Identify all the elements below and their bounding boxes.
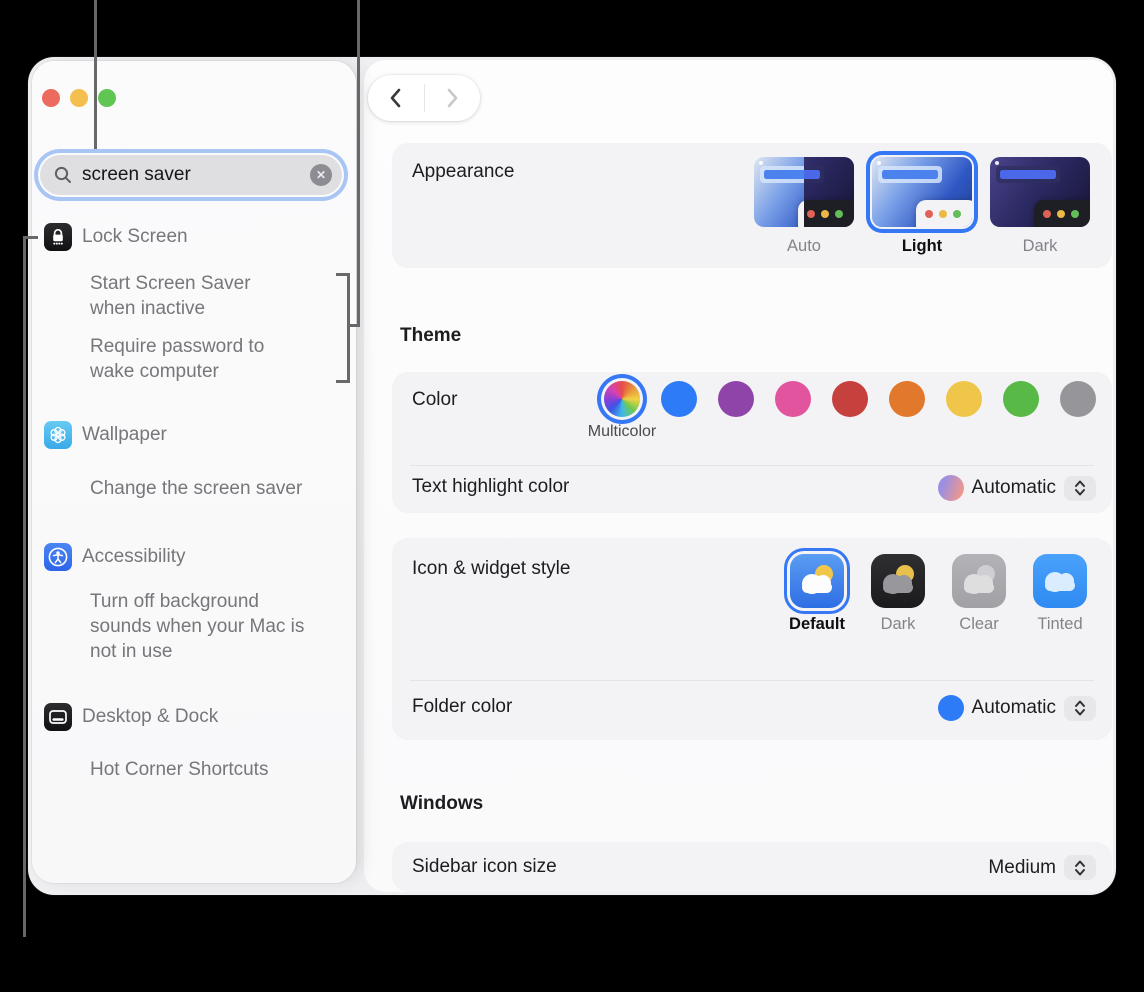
icon-style-card: Icon & widget style Default Dark [392,538,1112,740]
sidebar-item-label: Desktop & Dock [82,706,218,728]
tinted-style-label: Tinted [1037,615,1082,634]
zoom-button[interactable] [98,89,116,107]
sidebar-item-accessibility[interactable]: Accessibility [44,543,185,571]
sidebar-item-desktop-dock[interactable]: Desktop & Dock [44,703,218,731]
text-highlight-value: Automatic [972,477,1056,499]
sidebar-item-label: Lock Screen [82,226,188,248]
icon-style-tinted[interactable]: Tinted [1030,554,1090,634]
color-row-label: Color [412,389,457,411]
text-highlight-row-label: Text highlight color [412,476,569,498]
accessibility-app-icon [44,543,72,571]
navigation-pill [368,75,480,121]
system-settings-window: screen saver ✕ Lock Screen Start Screen … [28,57,1116,895]
search-result-turn-off-background-sounds[interactable]: Turn off background sounds when your Mac… [90,589,318,664]
dark-style-icon [871,554,925,608]
light-label: Light [902,237,942,256]
sidebar-icon-size-value: Medium [988,857,1056,879]
multicolor-swatch-selected[interactable] [604,381,640,417]
default-style-label: Default [789,615,845,634]
search-result-start-screen-saver[interactable]: Start Screen Saver when inactive [90,271,290,321]
back-button[interactable] [388,87,404,109]
minimize-button[interactable] [70,89,88,107]
popup-stepper-icon[interactable] [1064,855,1096,880]
tinted-style-icon [1033,554,1087,608]
icon-style-dark[interactable]: Dark [868,554,928,634]
sidebar-icon-size-card: Sidebar icon size Medium [392,842,1112,892]
lock-screen-app-icon [44,223,72,251]
accent-swatch-red[interactable] [832,381,868,417]
accent-swatch-orange[interactable] [889,381,925,417]
wallpaper-app-icon [44,421,72,449]
icon-style-row-label: Icon & widget style [412,558,570,580]
highlight-color-dot [938,475,964,501]
callout-line-search-results [357,0,360,327]
sidebar-icon-size-label: Sidebar icon size [412,856,557,878]
screenshot-stage: screen saver ✕ Lock Screen Start Screen … [0,0,1144,992]
folder-color-row-label: Folder color [412,696,512,718]
popup-stepper-icon[interactable] [1064,476,1096,501]
folder-color-value: Automatic [972,697,1056,719]
appearance-card: Appearance Auto Light [392,143,1112,268]
accent-swatch-gray[interactable] [1060,381,1096,417]
row-divider [410,465,1094,466]
accent-swatch-purple[interactable] [718,381,754,417]
dark-label: Dark [1023,237,1058,256]
search-field[interactable]: screen saver ✕ [40,155,342,195]
popup-stepper-icon[interactable] [1064,696,1096,721]
appearance-option-light[interactable]: Light [870,157,974,256]
callout-bracket-top-tick [336,273,350,276]
accent-swatch-yellow[interactable] [946,381,982,417]
icon-style-default[interactable]: Default [787,554,847,634]
multicolor-label: Multicolor [588,423,656,441]
appearance-options: Auto Light Dark [752,157,1092,256]
folder-color-dot [938,695,964,721]
windows-section-heading: Windows [400,793,483,815]
accent-swatch-blue[interactable] [661,381,697,417]
sidebar-item-label: Wallpaper [82,424,167,446]
row-divider [410,680,1094,681]
callout-line-lock-screen-spine [23,236,26,937]
search-result-hot-corner-shortcuts[interactable]: Hot Corner Shortcuts [90,757,335,782]
appearance-option-auto[interactable]: Auto [752,157,856,256]
appearance-option-dark[interactable]: Dark [988,157,1092,256]
sidebar-item-label: Accessibility [82,546,185,568]
auto-thumbnail [754,157,854,227]
callout-bracket-spine [347,273,350,383]
desktop-dock-app-icon [44,703,72,731]
theme-section-heading: Theme [400,325,461,347]
text-highlight-popup[interactable]: Automatic [938,475,1096,501]
clear-style-icon [952,554,1006,608]
sidebar-item-wallpaper[interactable]: Wallpaper [44,421,167,449]
callout-line-search-field [94,0,97,149]
icon-style-options: Default Dark Clear [787,554,1090,634]
dark-style-label: Dark [881,615,916,634]
accent-swatch-green[interactable] [1003,381,1039,417]
sidebar-icon-size-popup[interactable]: Medium [988,855,1096,880]
folder-color-popup[interactable]: Automatic [938,695,1096,721]
magnifier-icon [53,165,73,185]
search-result-require-password[interactable]: Require password to wake computer [90,334,302,384]
callout-bracket-bottom-tick [336,380,350,383]
icon-style-clear[interactable]: Clear [949,554,1009,634]
auto-label: Auto [787,237,821,256]
clear-style-label: Clear [959,615,998,634]
appearance-row-label: Appearance [412,161,514,183]
close-button[interactable] [42,89,60,107]
clear-x-icon[interactable]: ✕ [310,164,332,186]
accent-swatch-pink[interactable] [775,381,811,417]
light-thumbnail-selected [872,157,972,227]
default-style-icon [790,554,844,608]
sidebar-item-lock-screen[interactable]: Lock Screen [44,223,188,251]
pill-divider [424,84,425,112]
window-controls [42,89,116,107]
settings-sidebar: screen saver ✕ Lock Screen Start Screen … [32,61,356,883]
theme-card: Color Multicolor Text highlight color Au… [392,372,1112,513]
forward-button[interactable] [444,87,460,109]
dark-thumbnail [990,157,1090,227]
search-result-change-screen-saver[interactable]: Change the screen saver [90,476,335,501]
search-input-value[interactable]: screen saver [82,164,310,186]
